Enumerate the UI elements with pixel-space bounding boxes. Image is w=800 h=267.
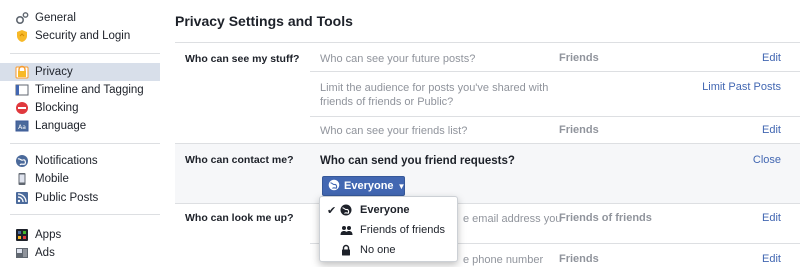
sidebar-item-security-and-login[interactable]: Security and Login	[0, 27, 160, 45]
sidebar-item-label: Language	[35, 120, 87, 132]
question-future-posts: Who can see your future posts?	[320, 53, 476, 65]
edit-friends-list-link[interactable]: Edit	[762, 124, 781, 136]
sidebar-item-privacy[interactable]: Privacy	[0, 63, 160, 81]
sidebar-item-label: Security and Login	[35, 30, 131, 42]
section-label-see-my-stuff: Who can see my stuff?	[185, 53, 300, 65]
caret-down-icon: ▼	[397, 181, 406, 191]
sidebar-item-blocking[interactable]: Blocking	[0, 99, 160, 117]
apps-icon	[15, 228, 29, 242]
settings-sidebar: General Security and Login Privacy Timel…	[0, 0, 160, 267]
question-friend-requests: Who can send you friend requests?	[320, 155, 515, 167]
contact-me-row	[175, 143, 800, 203]
setting-value-email-lookup: Friends of friends	[559, 212, 652, 224]
audience-menu: ✔ Everyone Friends of friends No one	[319, 196, 458, 262]
setting-value-phone-lookup: Friends	[559, 253, 599, 265]
shield-icon	[15, 29, 29, 43]
sidebar-item-timeline-and-tagging[interactable]: Timeline and Tagging	[0, 81, 160, 99]
edit-phone-lookup-link[interactable]: Edit	[762, 253, 781, 265]
sidebar-divider	[10, 214, 160, 215]
menu-item-label: Everyone	[360, 204, 410, 216]
sidebar-item-label: Apps	[35, 229, 62, 241]
lock-icon	[340, 244, 354, 256]
globe-icon	[15, 154, 29, 168]
menu-item-label: Friends of friends	[360, 224, 445, 236]
section-divider	[175, 143, 800, 144]
rss-icon	[15, 191, 29, 205]
menu-item-label: No one	[360, 244, 396, 256]
menu-item-friends-of-friends[interactable]: Friends of friends	[320, 220, 457, 240]
question-email-lookup: e email address you	[463, 213, 562, 225]
svg-text:Aa: Aa	[18, 124, 26, 131]
timeline-icon	[15, 83, 29, 97]
setting-value-future-posts: Friends	[559, 52, 599, 64]
edit-email-lookup-link[interactable]: Edit	[762, 212, 781, 224]
question-phone-lookup: e phone number	[463, 254, 544, 266]
ads-icon	[15, 246, 29, 260]
checkmark-icon: ✔	[327, 204, 337, 217]
edit-future-posts-link[interactable]: Edit	[762, 52, 781, 64]
question-limit-past-posts-line2: friends of friends or Public?	[320, 96, 454, 108]
sidebar-divider	[10, 143, 160, 144]
globe-icon	[340, 204, 354, 216]
section-label-contact-me: Who can contact me?	[185, 154, 294, 166]
section-label-look-me-up: Who can look me up?	[185, 212, 294, 224]
sidebar-item-language[interactable]: Aa Language	[0, 117, 160, 135]
audience-selected-label: Everyone	[344, 180, 394, 192]
menu-item-everyone[interactable]: ✔ Everyone	[320, 200, 457, 220]
sidebar-item-label: Public Posts	[35, 192, 99, 204]
question-friends-list: Who can see your friends list?	[320, 125, 468, 137]
sidebar-item-label: Blocking	[35, 102, 79, 114]
sidebar-item-label: Timeline and Tagging	[35, 84, 144, 96]
audience-selector-button[interactable]: Everyone ▼	[322, 176, 405, 196]
gear-icon	[15, 11, 29, 25]
limit-past-posts-link[interactable]: Limit Past Posts	[702, 81, 781, 93]
sidebar-item-notifications[interactable]: Notifications	[0, 152, 160, 170]
lock-icon	[15, 65, 29, 79]
sidebar-item-mobile[interactable]: Mobile	[0, 170, 160, 188]
menu-item-no-one[interactable]: No one	[320, 240, 457, 260]
friends-icon	[340, 224, 354, 236]
close-link[interactable]: Close	[753, 154, 781, 166]
globe-icon	[328, 179, 340, 194]
sidebar-item-label: Privacy	[35, 66, 73, 78]
sidebar-item-general[interactable]: General	[0, 9, 160, 27]
sidebar-item-ads[interactable]: Ads	[0, 244, 160, 262]
blocking-icon	[15, 101, 29, 115]
mobile-icon	[15, 172, 29, 186]
sidebar-item-apps[interactable]: Apps	[0, 226, 160, 244]
sidebar-item-public-posts[interactable]: Public Posts	[0, 189, 160, 207]
page-title: Privacy Settings and Tools	[175, 13, 353, 29]
section-divider	[175, 203, 800, 204]
language-icon: Aa	[15, 119, 29, 133]
setting-value-friends-list: Friends	[559, 124, 599, 136]
sidebar-item-label: General	[35, 12, 76, 24]
question-limit-past-posts-line1: Limit the audience for posts you've shar…	[320, 82, 549, 94]
sidebar-item-label: Ads	[35, 247, 55, 259]
sidebar-divider	[10, 53, 160, 54]
sidebar-item-label: Mobile	[35, 173, 69, 185]
privacy-settings-panel: Privacy Settings and Tools Who can see m…	[175, 0, 800, 267]
row-divider	[310, 116, 800, 117]
section-divider	[175, 42, 800, 43]
row-divider	[310, 71, 800, 72]
sidebar-item-label: Notifications	[35, 155, 98, 167]
